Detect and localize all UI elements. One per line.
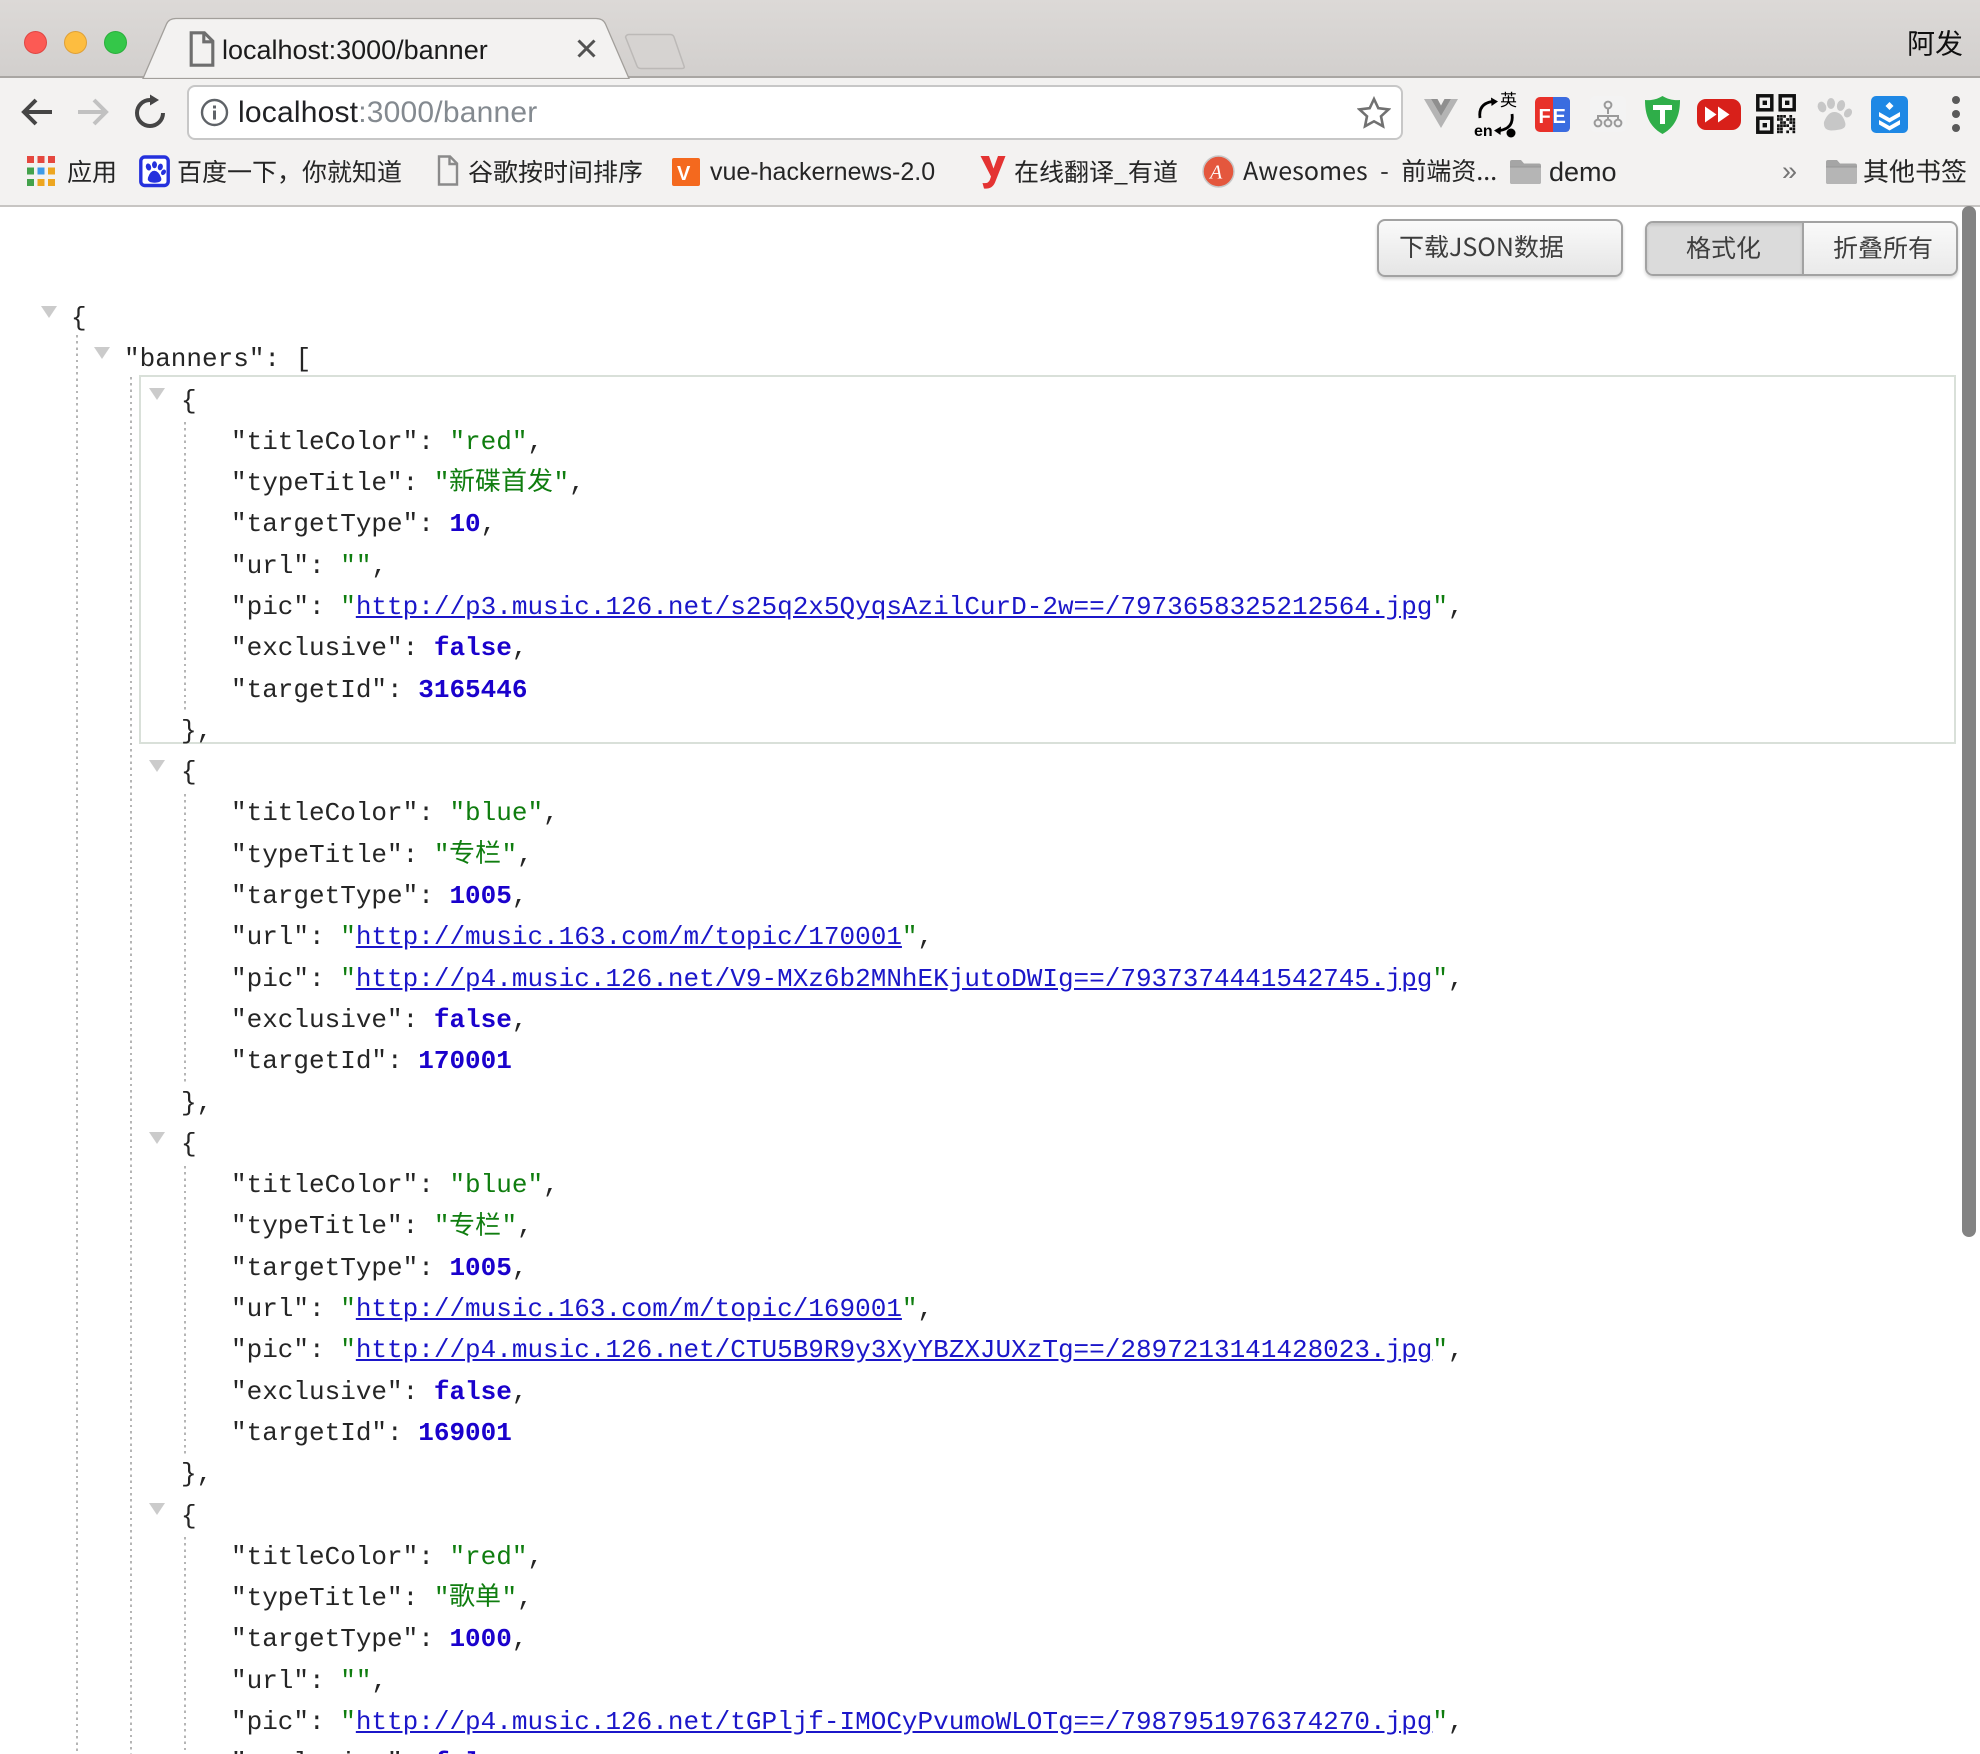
svg-text:E: E <box>1553 106 1566 128</box>
svg-text:en: en <box>1474 123 1493 139</box>
svg-text:V: V <box>677 163 691 185</box>
svg-text:A: A <box>1208 162 1223 184</box>
svg-text:F: F <box>1539 106 1551 128</box>
